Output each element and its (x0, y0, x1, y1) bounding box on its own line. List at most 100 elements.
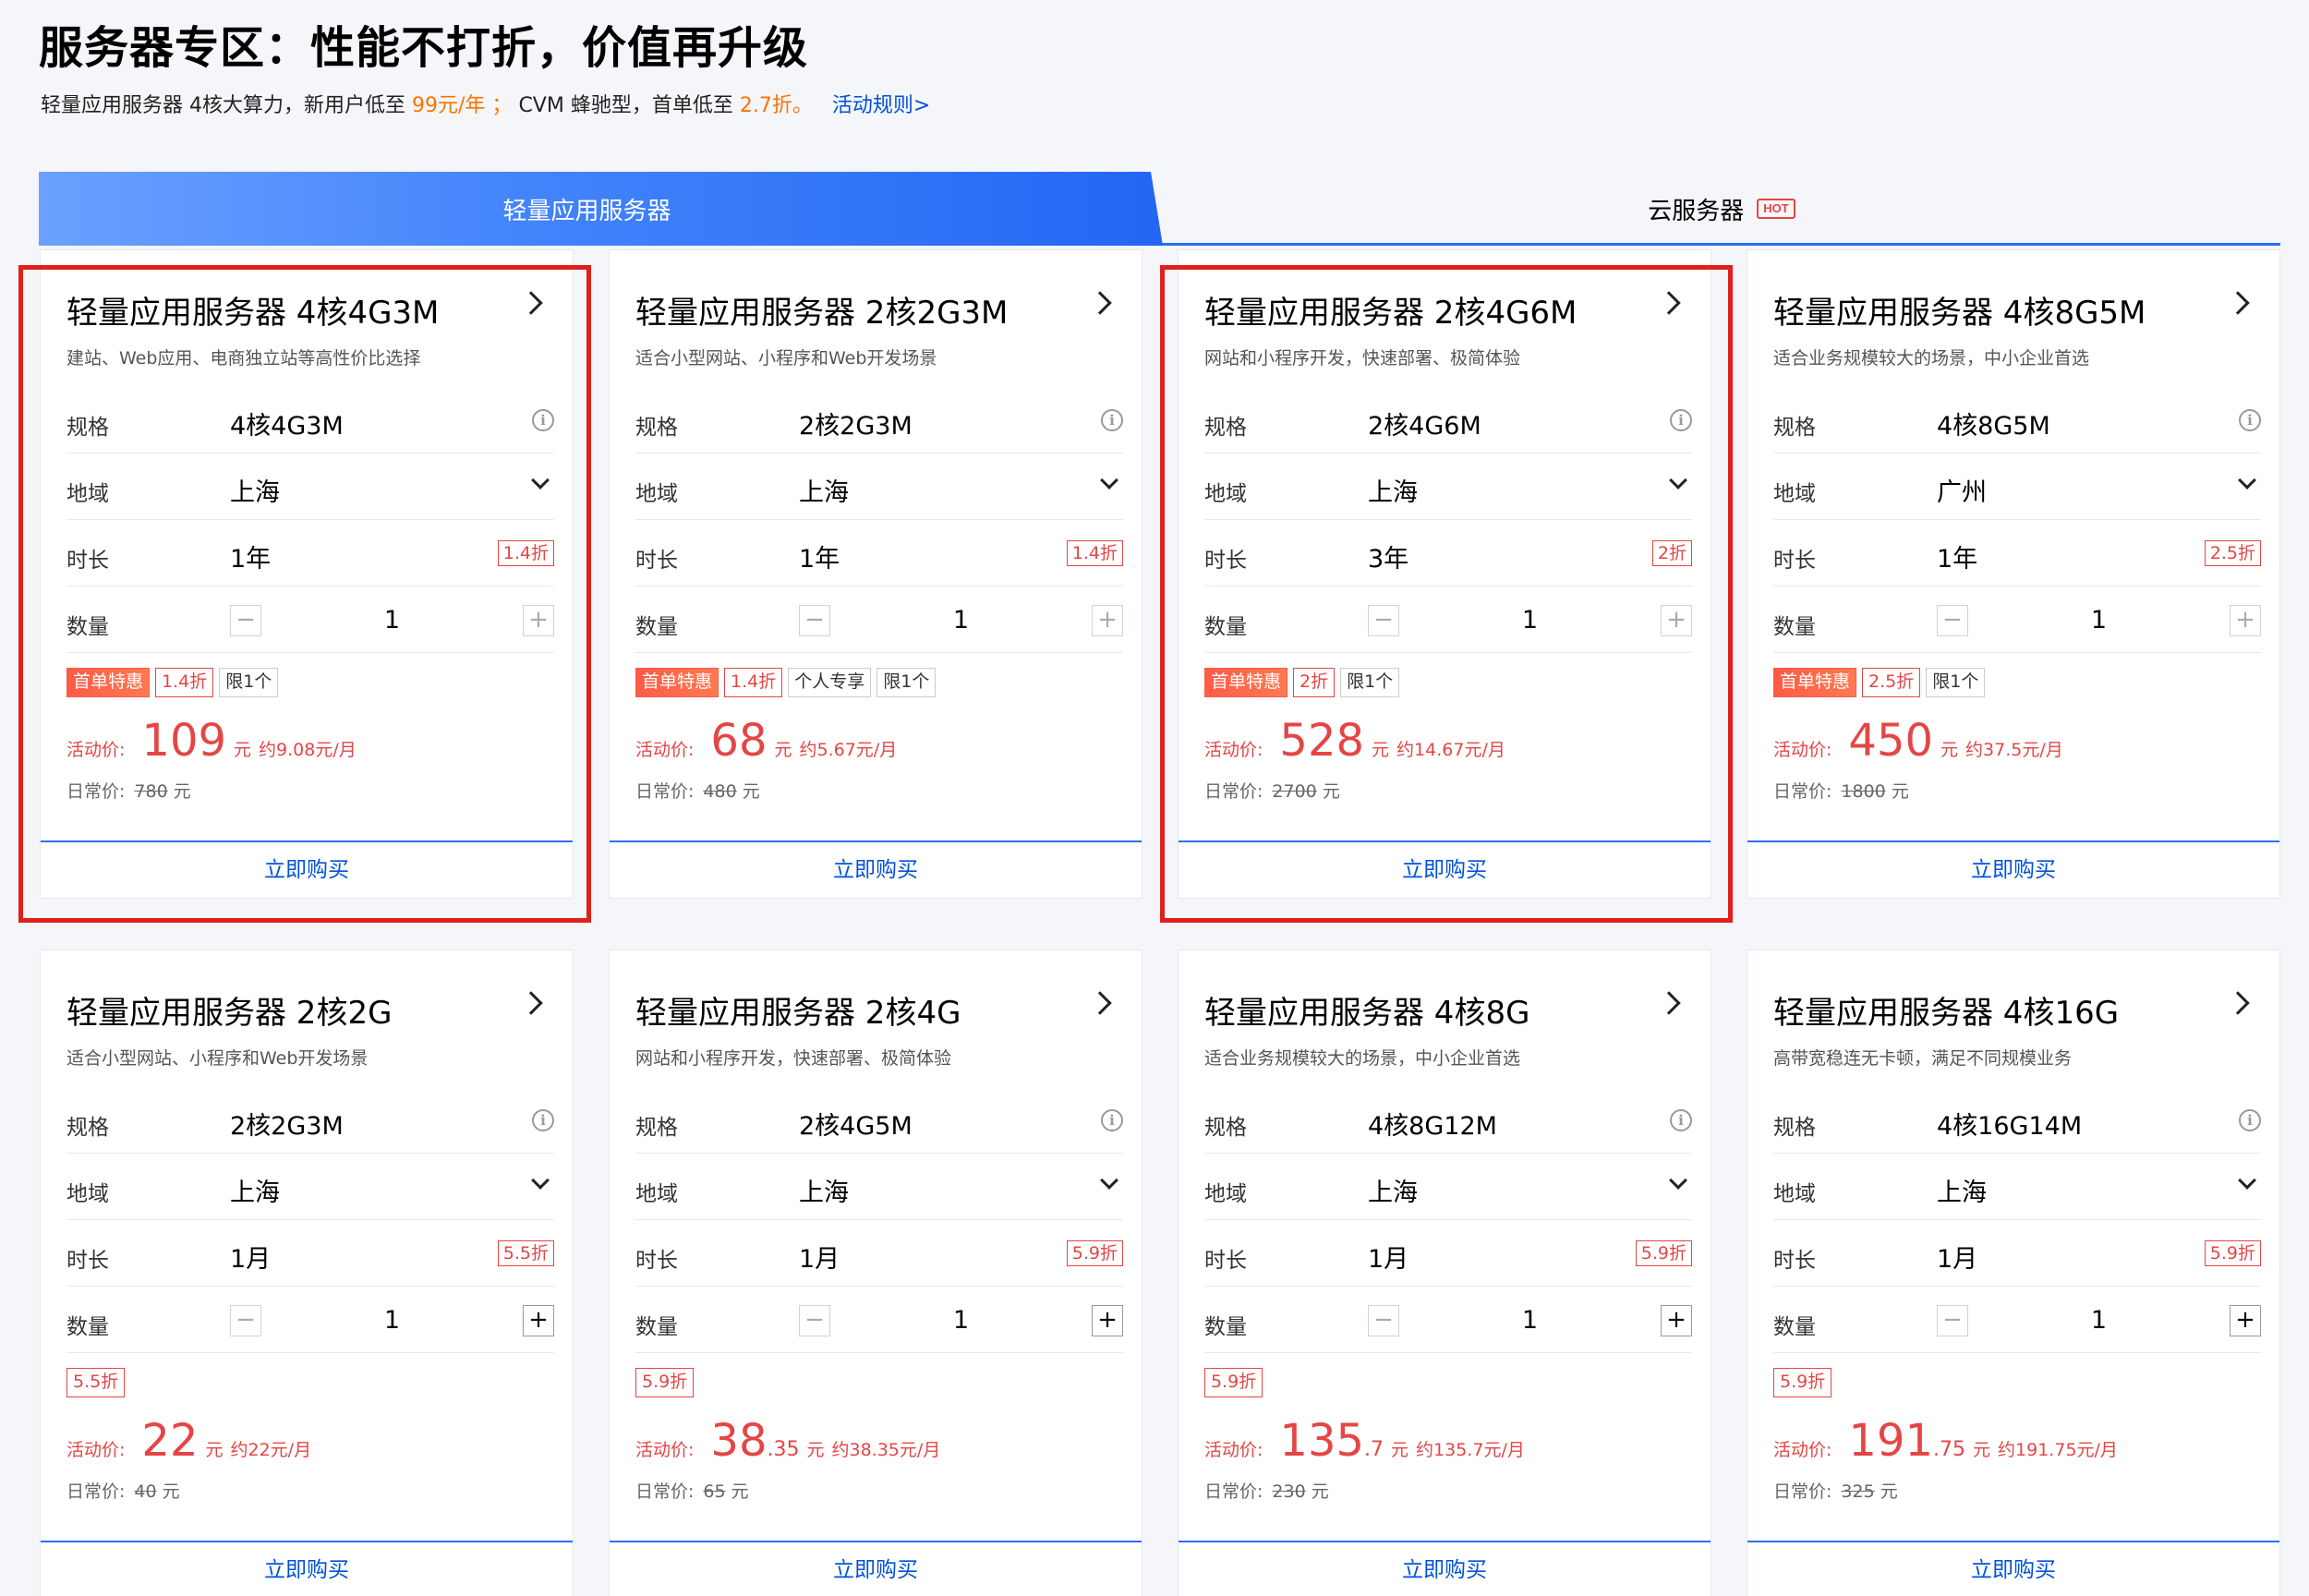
duration-value[interactable]: 1月 (799, 1239, 840, 1275)
region-row[interactable]: 地域 上海 (1204, 1154, 1692, 1220)
info-icon[interactable]: i (1670, 409, 1692, 431)
activity-rules-link[interactable]: 活动规则> (832, 94, 930, 117)
quantity-increment-button[interactable]: + (2230, 1305, 2261, 1336)
buy-now-button[interactable]: 立即购买 (1747, 840, 2279, 898)
chevron-down-icon[interactable] (531, 471, 550, 490)
chevron-down-icon[interactable] (2238, 1171, 2256, 1190)
chevron-down-icon[interactable] (1669, 1171, 1687, 1190)
card-title[interactable]: 轻量应用服务器 4核4G3M (66, 287, 439, 332)
card-title[interactable]: 轻量应用服务器 2核4G (635, 987, 961, 1033)
region-row[interactable]: 地域 上海 (66, 453, 554, 520)
region-select[interactable]: 上海 (1937, 1172, 1987, 1208)
info-icon[interactable]: i (1670, 1109, 1692, 1131)
duration-row[interactable]: 时长 3年 2折 (1204, 520, 1692, 586)
card-title[interactable]: 轻量应用服务器 2核4G6M (1204, 287, 1577, 332)
region-select[interactable]: 上海 (230, 1172, 280, 1208)
quantity-decrement-button[interactable]: − (1937, 1305, 1968, 1336)
region-select[interactable]: 上海 (230, 472, 280, 508)
card-title[interactable]: 轻量应用服务器 4核8G (1204, 987, 1529, 1033)
chevron-right-icon[interactable] (1657, 291, 1681, 315)
region-select[interactable]: 上海 (799, 1172, 849, 1208)
buy-now-button[interactable]: 立即购买 (1747, 1541, 2279, 1596)
quantity-increment-button[interactable]: + (1661, 605, 1692, 636)
chevron-right-icon[interactable] (519, 991, 543, 1015)
chevron-right-icon[interactable] (519, 291, 543, 315)
region-select[interactable]: 广州 (1937, 472, 1987, 508)
quantity-increment-button[interactable]: + (1092, 605, 1123, 636)
info-icon[interactable]: i (1101, 409, 1123, 431)
duration-value[interactable]: 1年 (230, 538, 271, 574)
buy-now-button[interactable]: 立即购买 (1179, 840, 1711, 898)
duration-value[interactable]: 1月 (230, 1239, 271, 1275)
region-row[interactable]: 地域 上海 (635, 453, 1123, 520)
chevron-right-icon[interactable] (2226, 991, 2250, 1015)
info-icon[interactable]: i (2239, 1109, 2261, 1131)
quantity-increment-button[interactable]: + (523, 605, 554, 636)
card-title[interactable]: 轻量应用服务器 2核2G (66, 987, 392, 1033)
buy-now-button[interactable]: 立即购买 (610, 1541, 1142, 1596)
quantity-decrement-button[interactable]: − (1937, 605, 1968, 636)
duration-row[interactable]: 时长 1年 2.5折 (1773, 520, 2261, 586)
region-row[interactable]: 地域 上海 (66, 1154, 554, 1220)
duration-value[interactable]: 3年 (1368, 538, 1408, 574)
quantity-value[interactable]: 1 (261, 1305, 523, 1336)
info-icon[interactable]: i (1101, 1109, 1123, 1131)
quantity-decrement-button[interactable]: − (1368, 1305, 1399, 1336)
quantity-increment-button[interactable]: + (2230, 605, 2261, 636)
duration-row[interactable]: 时长 1月 5.9折 (635, 1220, 1123, 1287)
buy-now-button[interactable]: 立即购买 (41, 1541, 573, 1596)
buy-now-button[interactable]: 立即购买 (610, 840, 1142, 898)
quantity-decrement-button[interactable]: − (799, 1305, 830, 1336)
quantity-value[interactable]: 1 (1968, 1305, 2230, 1336)
chevron-right-icon[interactable] (1088, 291, 1112, 315)
quantity-increment-button[interactable]: + (1092, 1305, 1123, 1336)
region-select[interactable]: 上海 (1368, 472, 1418, 508)
region-row[interactable]: 地域 上海 (635, 1154, 1123, 1220)
quantity-value[interactable]: 1 (1399, 1305, 1661, 1336)
buy-now-button[interactable]: 立即购买 (1179, 1541, 1711, 1596)
duration-row[interactable]: 时长 1月 5.5折 (66, 1220, 554, 1287)
offer-tags: 5.9折 (1204, 1368, 1263, 1397)
region-select[interactable]: 上海 (1368, 1172, 1418, 1208)
tab-cvm[interactable]: 云服务器 HOT (1163, 172, 2280, 246)
card-title[interactable]: 轻量应用服务器 4核16G (1773, 987, 2119, 1033)
quantity-value[interactable]: 1 (261, 605, 523, 636)
quantity-decrement-button[interactable]: − (1368, 605, 1399, 636)
chevron-down-icon[interactable] (1100, 471, 1118, 490)
duration-value[interactable]: 1月 (1937, 1239, 1977, 1275)
quantity-increment-button[interactable]: + (1661, 1305, 1692, 1336)
quantity-value[interactable]: 1 (830, 1305, 1092, 1336)
duration-row[interactable]: 时长 1年 1.4折 (635, 520, 1123, 586)
quantity-decrement-button[interactable]: − (230, 1305, 261, 1336)
duration-row[interactable]: 时长 1年 1.4折 (66, 520, 554, 586)
region-row[interactable]: 地域 上海 (1204, 453, 1692, 520)
region-row[interactable]: 地域 广州 (1773, 453, 2261, 520)
chevron-right-icon[interactable] (1088, 991, 1112, 1015)
duration-value[interactable]: 1月 (1368, 1239, 1408, 1275)
duration-row[interactable]: 时长 1月 5.9折 (1204, 1220, 1692, 1287)
card-title[interactable]: 轻量应用服务器 2核2G3M (635, 287, 1008, 332)
chevron-right-icon[interactable] (2226, 291, 2250, 315)
duration-value[interactable]: 1年 (1937, 538, 1977, 574)
info-icon[interactable]: i (532, 409, 554, 431)
quantity-value[interactable]: 1 (1968, 605, 2230, 636)
region-select[interactable]: 上海 (799, 472, 849, 508)
info-icon[interactable]: i (2239, 409, 2261, 431)
quantity-increment-button[interactable]: + (523, 1305, 554, 1336)
chevron-down-icon[interactable] (2238, 471, 2256, 490)
chevron-down-icon[interactable] (1100, 1171, 1118, 1190)
quantity-value[interactable]: 1 (830, 605, 1092, 636)
quantity-decrement-button[interactable]: − (799, 605, 830, 636)
chevron-down-icon[interactable] (531, 1171, 550, 1190)
chevron-right-icon[interactable] (1657, 991, 1681, 1015)
region-row[interactable]: 地域 上海 (1773, 1154, 2261, 1220)
duration-value[interactable]: 1年 (799, 538, 840, 574)
quantity-value[interactable]: 1 (1399, 605, 1661, 636)
card-title[interactable]: 轻量应用服务器 4核8G5M (1773, 287, 2146, 332)
duration-row[interactable]: 时长 1月 5.9折 (1773, 1220, 2261, 1287)
chevron-down-icon[interactable] (1669, 471, 1687, 490)
buy-now-button[interactable]: 立即购买 (41, 840, 573, 898)
info-icon[interactable]: i (532, 1109, 554, 1131)
quantity-decrement-button[interactable]: − (230, 605, 261, 636)
tab-lighthouse[interactable]: 轻量应用服务器 (39, 172, 1163, 246)
